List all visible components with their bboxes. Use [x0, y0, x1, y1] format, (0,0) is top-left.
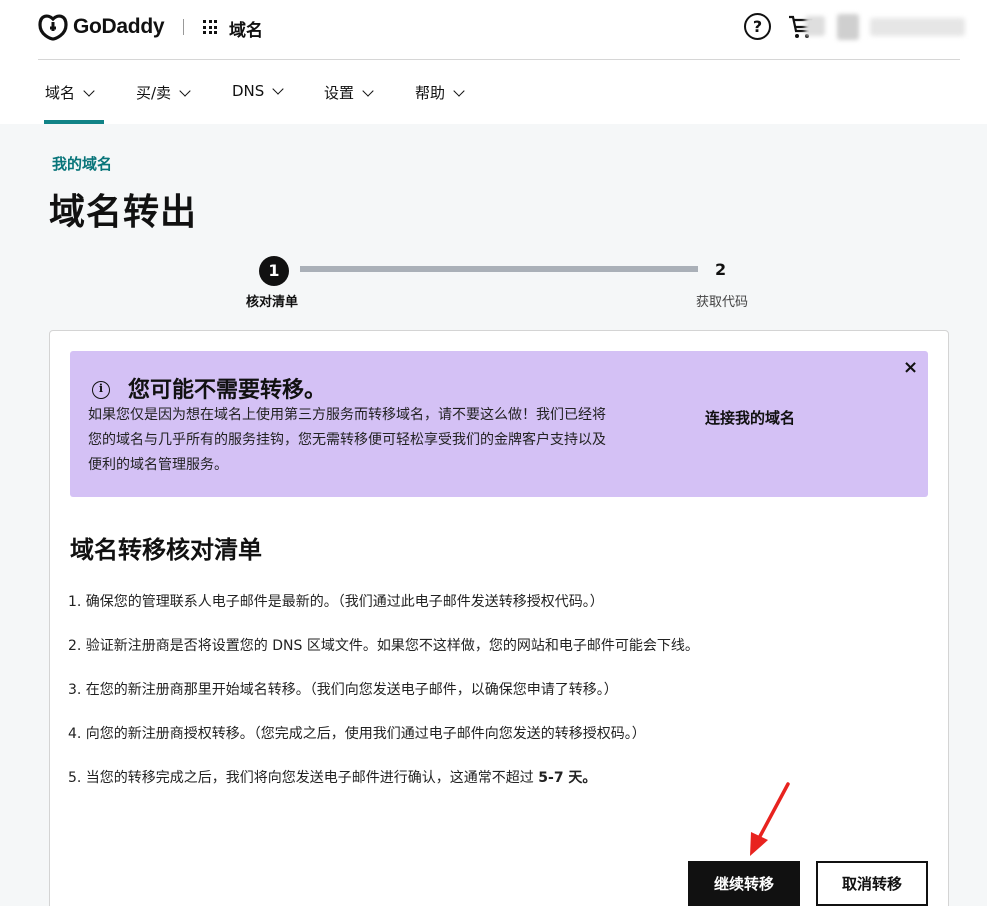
connect-domain-link[interactable]: 连接我的域名: [705, 407, 795, 428]
nav-item-domains[interactable]: 域名: [45, 82, 95, 103]
annotation-arrow-icon: [750, 782, 790, 856]
alert-body: 如果您仅是因为想在域名上使用第三方服务而转移域名，请不要这么做！我们已经将您的域…: [88, 407, 606, 473]
main-nav: 域名 买/卖 DNS 设置 帮助: [0, 60, 987, 124]
chevron-down-icon: [362, 84, 374, 97]
close-icon[interactable]: ×: [903, 357, 918, 378]
info-icon: i: [92, 381, 110, 399]
chevron-down-icon: [83, 84, 95, 97]
nav-item-label: 帮助: [415, 84, 446, 102]
continue-transfer-button[interactable]: 继续转移: [688, 861, 800, 906]
nav-item-buy-sell[interactable]: 买/卖: [136, 82, 191, 103]
godaddy-logo[interactable]: GoDaddy: [38, 13, 165, 41]
chevron-down-icon: [272, 83, 284, 95]
chevron-down-icon: [453, 84, 465, 97]
info-alert: i 您可能不需要转移。 如果您仅是因为想在域名上使用第三方服务而转移域名，请不要…: [70, 351, 928, 497]
header-separator: [183, 19, 184, 35]
list-item-text: 5. 当您的转移完成之后，我们将向您发送电子邮件进行确认，这通常不超过: [68, 770, 539, 786]
blurred-account-name[interactable]: [870, 18, 965, 36]
breadcrumb-my-domains[interactable]: 我的域名: [52, 153, 112, 174]
chevron-down-icon: [179, 84, 191, 97]
blurred-avatar[interactable]: [837, 14, 859, 40]
cancel-transfer-button[interactable]: 取消转移: [816, 861, 928, 906]
nav-item-label: 买/卖: [136, 84, 172, 102]
list-item: 1. 确保您的管理联系人电子邮件是最新的。（我们通过此电子邮件发送转移授权代码。…: [68, 594, 604, 610]
checklist-title: 域名转移核对清单: [70, 536, 262, 564]
nav-item-label: 设置: [324, 84, 355, 102]
checklist: 1. 确保您的管理联系人电子邮件是最新的。（我们通过此电子邮件发送转移授权代码。…: [68, 592, 699, 812]
step-2-indicator: 2: [715, 260, 727, 279]
stepper-track: [300, 266, 698, 272]
apps-grid-icon[interactable]: [203, 20, 217, 34]
brand-name: GoDaddy: [73, 15, 165, 38]
alert-title: 您可能不需要转移。: [128, 378, 327, 403]
page-title: 域名转出: [49, 192, 198, 233]
blurred-cart-count: [805, 16, 825, 36]
list-item: 5. 当您的转移完成之后，我们将向您发送电子邮件进行确认，这通常不超过 5-7 …: [68, 768, 699, 812]
step-1-indicator: 1: [259, 256, 289, 286]
godaddy-logo-icon: [38, 14, 68, 41]
nav-item-label: 域名: [45, 84, 76, 102]
list-item: 3. 在您的新注册商那里开始域名转移。（我们向您发送电子邮件，以确保您申请了转移…: [68, 682, 618, 698]
nav-item-dns[interactable]: DNS: [232, 82, 284, 100]
top-bar: GoDaddy 域名 ?: [0, 0, 987, 60]
step-2-label: 获取代码: [696, 295, 749, 310]
help-icon[interactable]: ?: [744, 13, 771, 40]
nav-item-help[interactable]: 帮助: [415, 82, 465, 103]
step-1-label: 核对清单: [246, 295, 299, 310]
list-item-duration: 5-7 天。: [538, 770, 597, 786]
nav-item-label: DNS: [232, 82, 265, 100]
list-item: 2. 验证新注册商是否将设置您的 DNS 区域文件。如果您不这样做，您的网站和电…: [68, 638, 699, 654]
product-name[interactable]: 域名: [229, 16, 263, 41]
nav-item-settings[interactable]: 设置: [324, 82, 374, 103]
list-item: 4. 向您的新注册商授权转移。（您完成之后，使用我们通过电子邮件向您发送的转移授…: [68, 726, 646, 742]
